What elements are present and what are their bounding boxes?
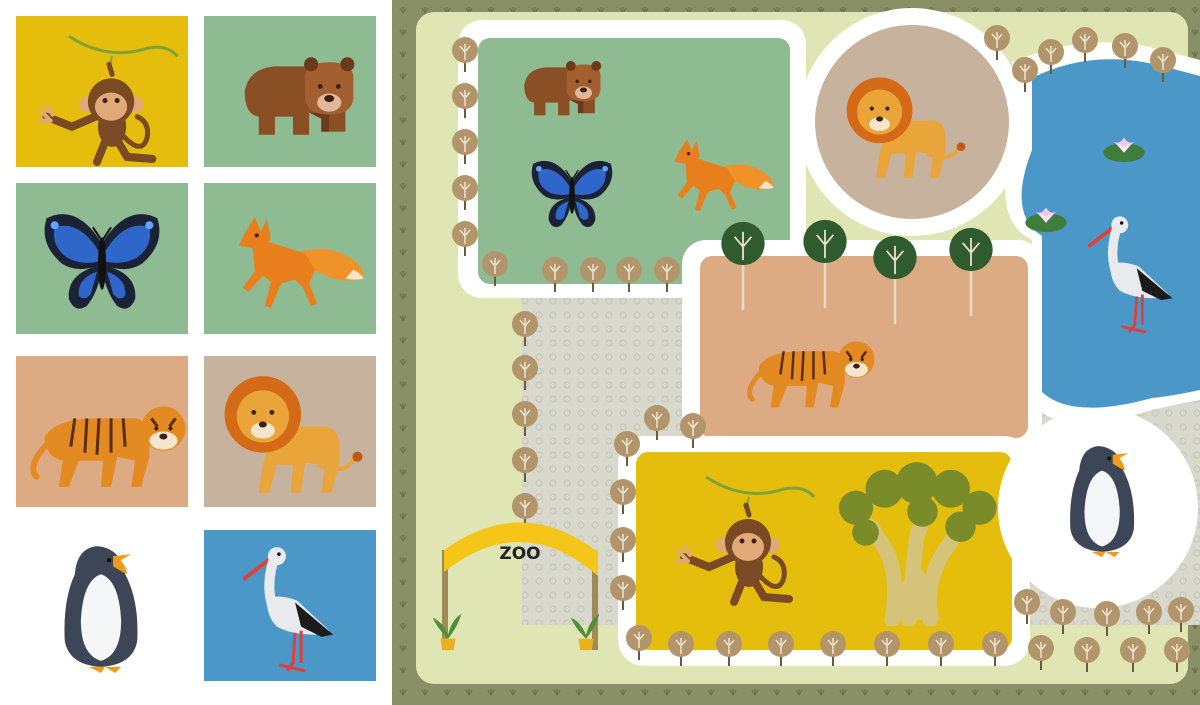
penguin-tile[interactable] — [16, 530, 188, 681]
fox-tile[interactable] — [204, 183, 376, 334]
lion-tile[interactable] — [204, 356, 376, 507]
zoo-map: ZOO — [392, 0, 1200, 705]
lion-icon — [204, 356, 376, 507]
butterfly-icon — [16, 183, 188, 334]
bear-icon — [204, 16, 376, 167]
monkey-icon — [16, 16, 188, 167]
monkey-tile[interactable] — [16, 16, 188, 167]
butterfly-tile[interactable] — [16, 183, 188, 334]
stork-icon — [204, 530, 376, 681]
tiger-tile[interactable] — [16, 356, 188, 507]
stork-tile[interactable] — [204, 530, 376, 681]
bear-tile[interactable] — [204, 16, 376, 167]
penguin-icon — [16, 530, 188, 681]
gate-label: ZOO — [499, 544, 540, 564]
tiger-icon — [16, 356, 188, 507]
fox-icon — [204, 183, 376, 334]
